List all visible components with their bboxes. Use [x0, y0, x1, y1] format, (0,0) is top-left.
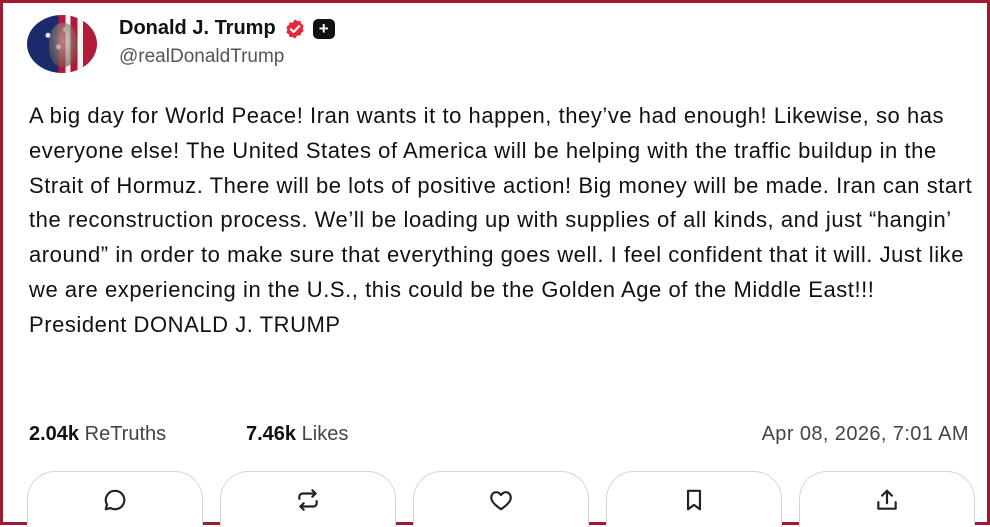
avatar-face: [49, 23, 77, 67]
retruths-label: ReTruths: [84, 423, 167, 445]
share-icon: [877, 489, 897, 510]
reply-icon: [104, 489, 126, 510]
retruths-count: 2.04k: [29, 423, 80, 445]
post-text: A big day for World Peace! Iran wants it…: [29, 103, 973, 337]
likes-count: 7.46k: [246, 423, 297, 445]
reply-button[interactable]: [27, 471, 203, 527]
author-name[interactable]: Donald J. Trump: [119, 17, 276, 40]
avatar[interactable]: [27, 15, 97, 73]
verified-badge-icon: [286, 18, 304, 39]
likes-label: Likes: [301, 423, 349, 445]
bookmark-icon: [686, 489, 702, 510]
retruth-icon: [298, 488, 318, 511]
post-timestamp[interactable]: Apr 08, 2026, 7:01 AM: [762, 423, 969, 446]
bookmark-button[interactable]: [606, 471, 782, 527]
retruth-button[interactable]: [220, 471, 396, 527]
author-row: Donald J. Trump +: [119, 17, 335, 40]
likes-stat[interactable]: 7.46k Likes: [246, 423, 348, 446]
post-card: Donald J. Trump + @realDonaldTrump A big…: [0, 0, 990, 527]
author-handle[interactable]: @realDonaldTrump: [119, 46, 284, 68]
post-stats: 2.04k ReTruths 7.46k Likes Apr 08, 2026,…: [29, 423, 969, 453]
like-icon: [490, 490, 512, 510]
action-bar: [27, 471, 975, 527]
plus-badge-icon: +: [312, 18, 335, 39]
share-button[interactable]: [799, 471, 975, 527]
like-button[interactable]: [413, 471, 589, 527]
retruths-stat[interactable]: 2.04k ReTruths: [29, 423, 166, 446]
